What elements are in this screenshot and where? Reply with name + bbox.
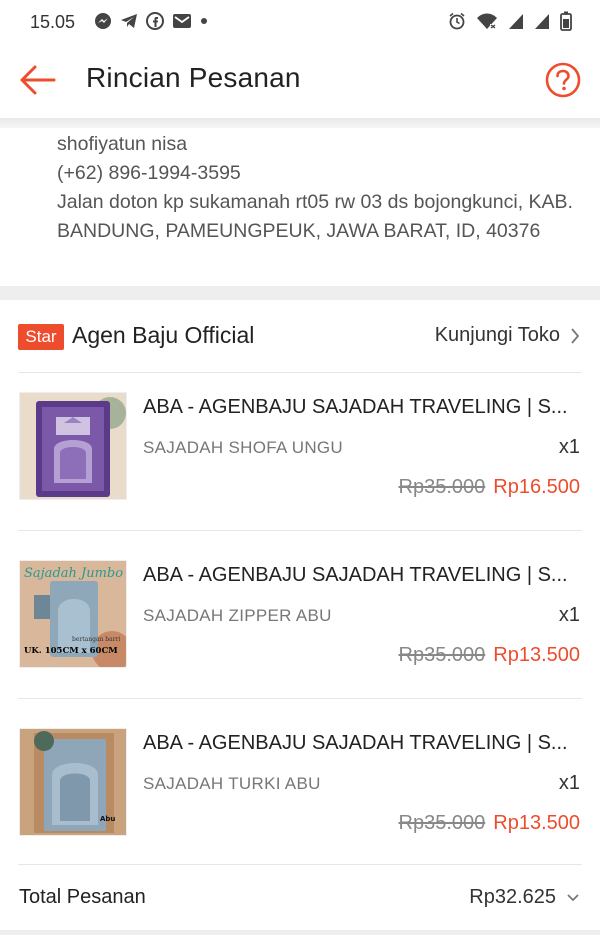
address-line: Jalan doton kp sukamanah rt05 rw 03 ds b… (57, 191, 573, 242)
shipping-address: shofiyatun nisa (+62) 896-1994-3595 Jala… (57, 130, 587, 246)
product-image: Sajadah Jumbo bertangan barri UK. 105CM … (19, 560, 127, 668)
dot-icon (201, 18, 207, 24)
star-badge: Star (18, 324, 64, 350)
status-time: 15.05 (30, 12, 76, 32)
battery-icon (560, 11, 572, 31)
order-item[interactable]: ABA - AGENBAJU SAJADAH TRAVELING | S... … (0, 372, 600, 532)
bottom-separator (0, 930, 600, 935)
total-label: Total Pesanan (19, 886, 146, 908)
original-price: Rp35.000 (398, 644, 486, 666)
question-circle-icon[interactable] (544, 61, 582, 99)
visit-shop-button[interactable]: Kunjungi Toko (435, 324, 580, 347)
product-quantity: x1 (558, 436, 580, 458)
alarm-icon (449, 12, 465, 30)
chevron-right-icon (571, 327, 580, 344)
telegram-icon (121, 14, 137, 28)
system-icons (448, 11, 572, 31)
discounted-price: Rp13.500 (493, 644, 580, 666)
arrow-left-icon (20, 65, 56, 95)
signal-icon (535, 14, 549, 29)
discounted-price: Rp16.500 (493, 476, 580, 498)
product-title: ABA - AGENBAJU SAJADAH TRAVELING | S... (143, 396, 568, 418)
divider (18, 698, 582, 699)
messenger-icon (95, 13, 111, 29)
original-price: Rp35.000 (398, 476, 486, 498)
section-separator (0, 286, 600, 300)
product-quantity: x1 (558, 604, 580, 626)
page-title: Rincian Pesanan (86, 62, 301, 93)
back-button[interactable] (18, 62, 58, 98)
discounted-price: Rp13.500 (493, 812, 580, 834)
product-price: Rp35.000 Rp13.500 (399, 812, 581, 835)
original-price: Rp35.000 (398, 812, 486, 834)
product-price: Rp35.000 Rp13.500 (399, 644, 581, 667)
total-toggle[interactable]: Rp32.625 (469, 886, 580, 909)
shop-row: Star Agen Baju Official Kunjungi Toko (0, 304, 600, 370)
product-price: Rp35.000 Rp16.500 (399, 476, 581, 499)
product-variant: SAJADAH SHOFA UNGU (143, 438, 343, 457)
shop-name: Agen Baju Official (72, 322, 255, 348)
order-item[interactable]: Abu ABA - AGENBAJU SAJADAH TRAVELING | S… (0, 708, 600, 868)
signal-icon (509, 14, 523, 29)
image-note-text: bertangan barri (72, 636, 120, 643)
notification-icons (94, 12, 208, 30)
order-item[interactable]: Sajadah Jumbo bertangan barri UK. 105CM … (0, 540, 600, 700)
recipient-name: shofiyatun nisa (57, 133, 188, 155)
product-variant: SAJADAH TURKI ABU (143, 774, 321, 793)
total-value: Rp32.625 (469, 886, 556, 908)
divider (18, 530, 582, 531)
product-image (19, 392, 127, 500)
status-bar: 15.05 (0, 0, 600, 44)
product-variant: SAJADAH ZIPPER ABU (143, 606, 332, 625)
divider (18, 864, 582, 865)
recipient-phone: (+62) 896-1994-3595 (57, 162, 241, 184)
wifi-icon (477, 13, 497, 29)
header-divider (0, 118, 600, 128)
image-size-text: UK. 105CM x 60CM (24, 646, 118, 656)
facebook-icon (146, 12, 164, 30)
product-image: Abu (19, 728, 127, 836)
product-title: ABA - AGENBAJU SAJADAH TRAVELING | S... (143, 732, 568, 754)
image-tag-text: Abu (100, 815, 115, 823)
chevron-down-icon (567, 893, 579, 901)
app-bar: Rincian Pesanan (0, 44, 600, 116)
product-title: ABA - AGENBAJU SAJADAH TRAVELING | S... (143, 564, 568, 586)
visit-shop-label: Kunjungi Toko (434, 324, 560, 346)
order-total-row: Total Pesanan Rp32.625 (0, 866, 600, 930)
gmail-icon (173, 14, 191, 28)
product-quantity: x1 (558, 772, 580, 794)
image-banner-text: Sajadah Jumbo (24, 566, 123, 581)
